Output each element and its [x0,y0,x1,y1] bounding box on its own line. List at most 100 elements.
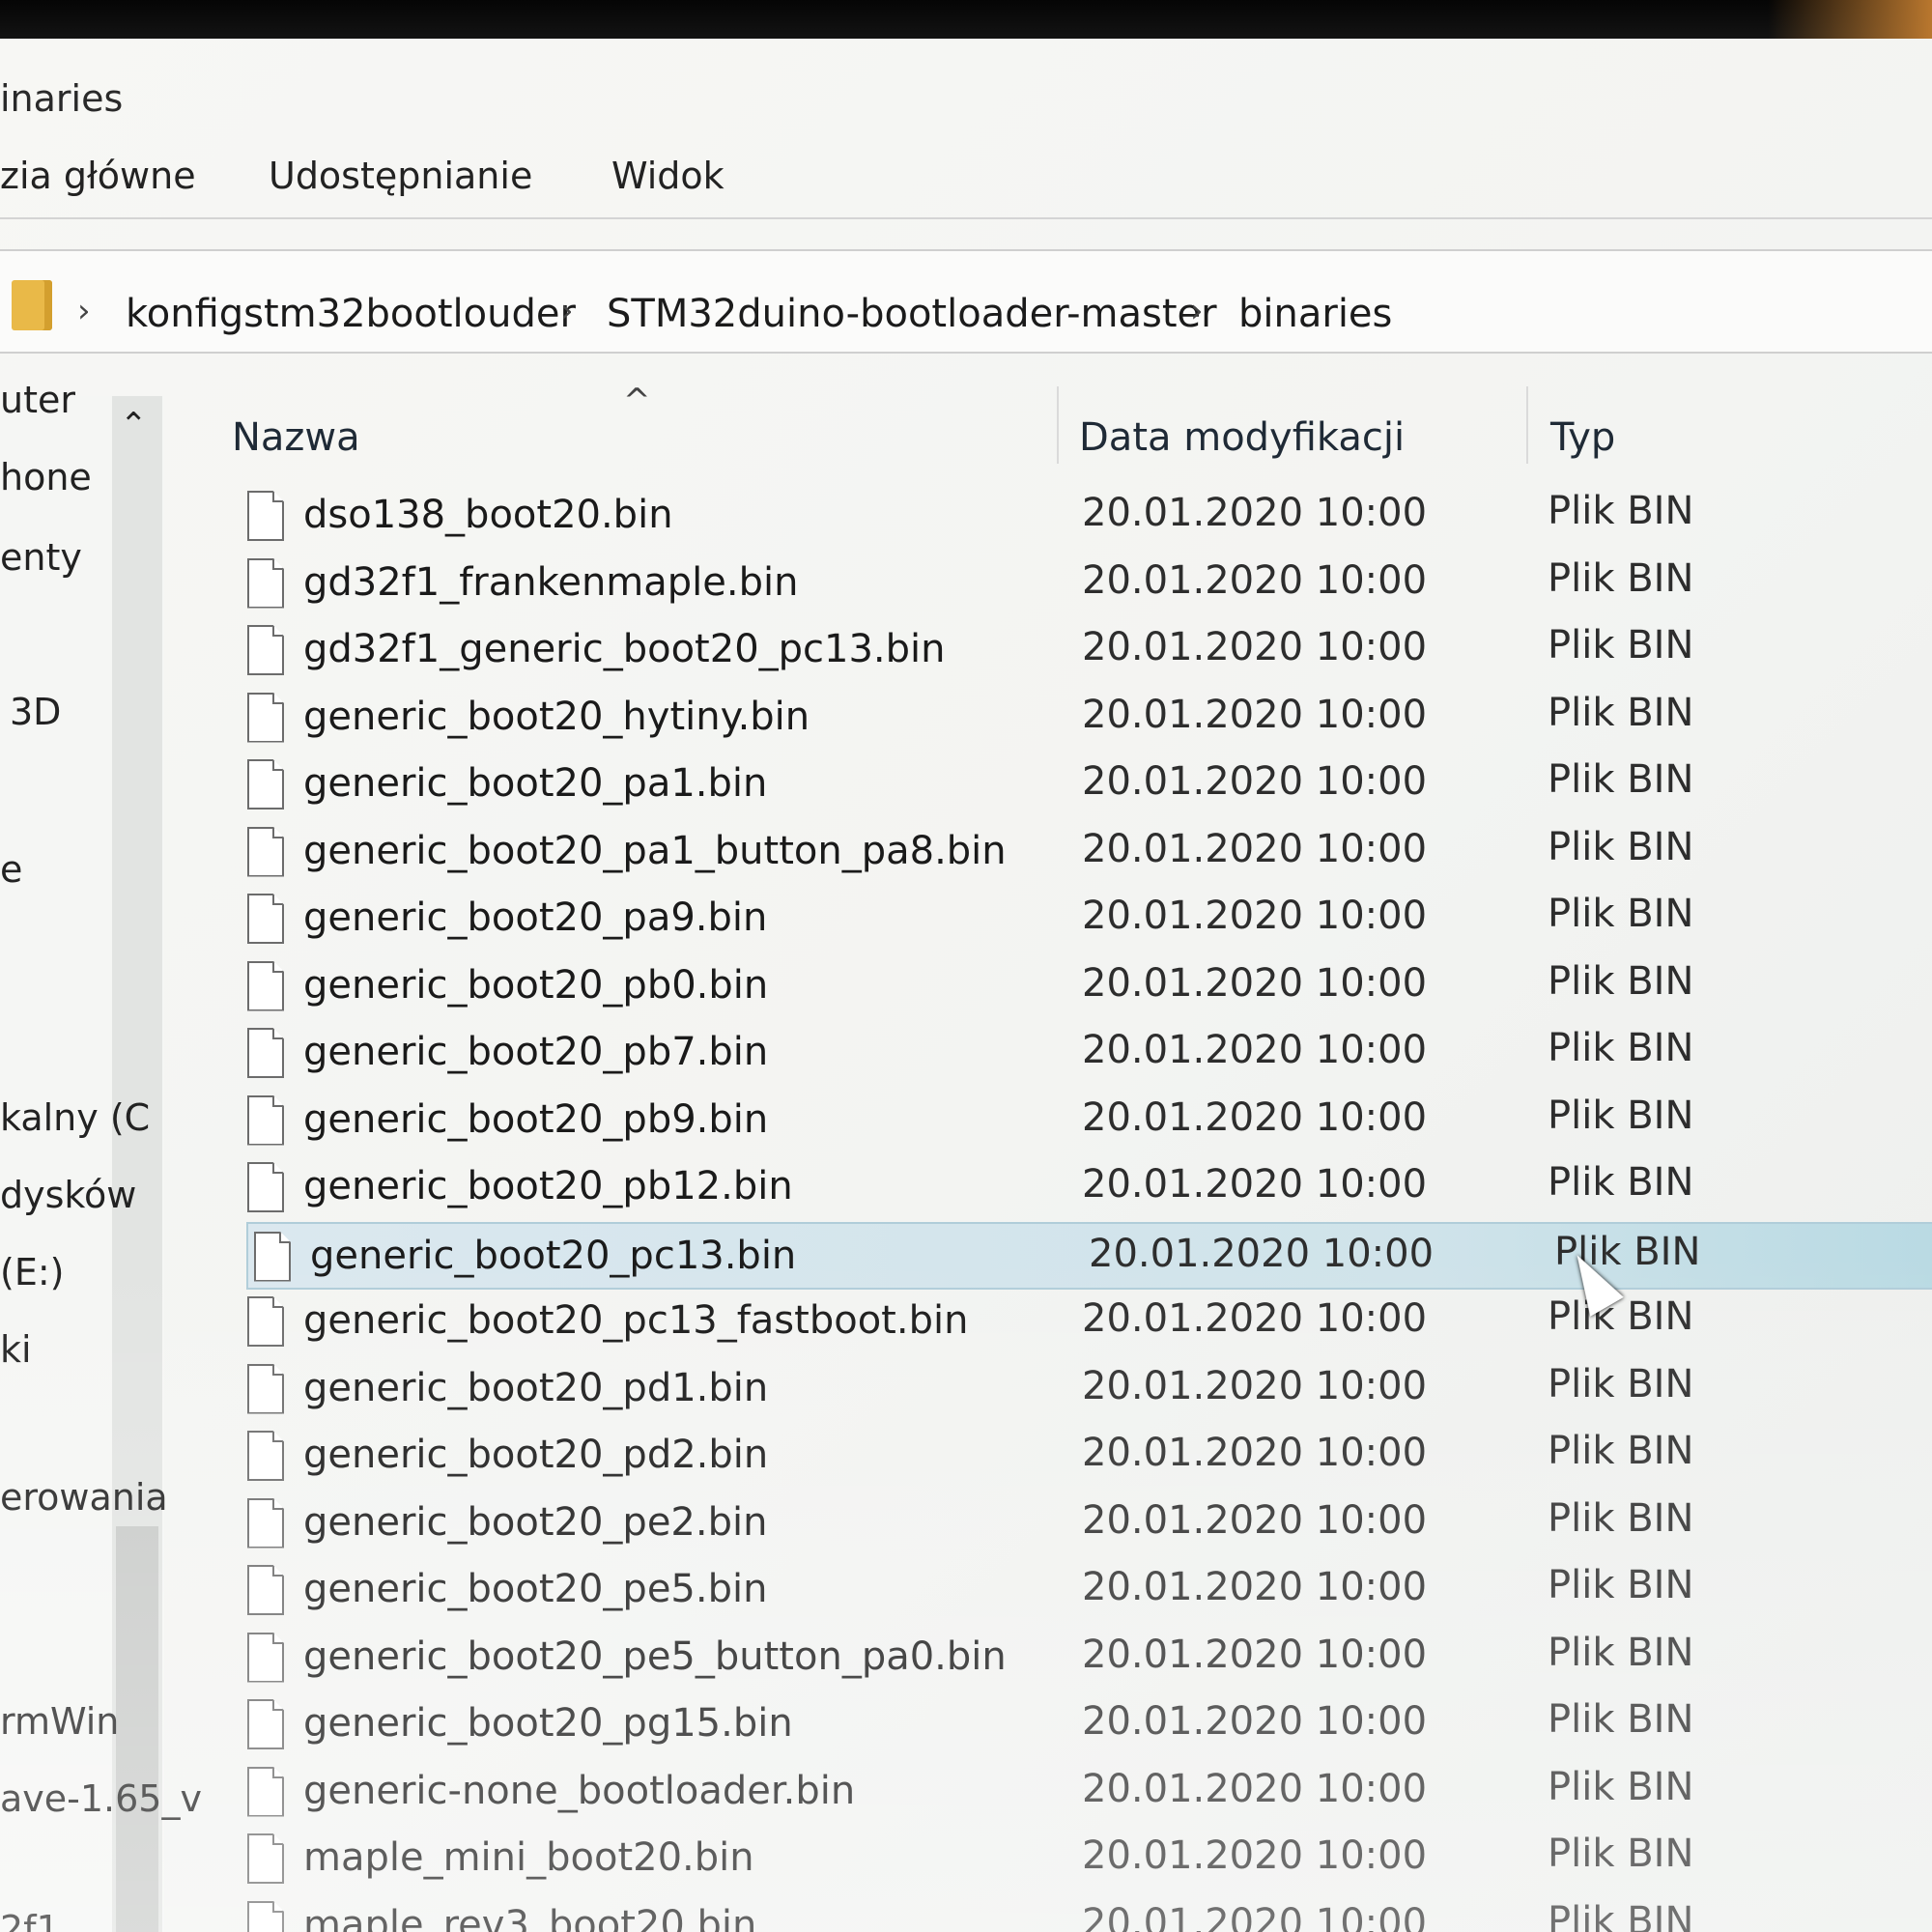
nav-item-stmwin[interactable]: rmWin [0,1700,119,1743]
chevron-right-icon[interactable]: › [560,292,574,330]
file-icon [247,1162,284,1212]
file-icon [247,1497,284,1548]
file-row[interactable]: generic_boot20_pa1.bin 20.01.2020 10:00 Pl… [242,752,1932,815]
window-title: inaries [0,77,124,120]
nav-item-sterowania[interactable]: erowania [0,1476,168,1519]
file-name: generic_boot20_pg15.bin [303,1701,793,1746]
nav-item-ave[interactable]: ave-1.65_v [0,1777,202,1820]
file-icon [247,960,284,1011]
file-type: Plik BIN [1548,1630,1694,1675]
file-type: Plik BIN [1548,1294,1694,1339]
tab-share[interactable]: Udostępnianie [269,155,532,197]
file-icon [247,1094,284,1146]
file-date: 20.01.2020 10:00 [1082,1699,1428,1744]
file-date: 20.01.2020 10:00 [1082,960,1428,1006]
file-row[interactable]: generic_boot20_pa1_button_pa8.bin 20.01.2… [242,819,1932,883]
breadcrumb-konfig[interactable]: konfigstm32bootlouder [126,292,576,336]
sort-ascending-icon: ^ [623,382,651,420]
column-divider[interactable] [1526,386,1528,464]
file-icon [247,1565,284,1615]
file-icon [247,894,284,944]
file-date: 20.01.2020 10:00 [1082,759,1428,804]
file-row[interactable]: generic-none_bootloader.bin 20.01.2020 10… [242,1759,1932,1823]
file-row[interactable]: gd32f1_generic_boot20_pc13.bin 20.01.2020… [242,617,1932,681]
file-icon [247,1431,284,1481]
file-name: generic_boot20_pd1.bin [303,1365,769,1410]
file-name: generic_boot20_pb7.bin [303,1030,769,1074]
file-icon [247,1363,284,1414]
column-header-date[interactable]: Data modyfikacji [1079,415,1405,460]
nav-item-3d[interactable]: 3D [10,691,61,733]
file-name: gd32f1_generic_boot20_pc13.bin [303,627,946,671]
file-type: Plik BIN [1548,489,1694,533]
column-divider[interactable] [1057,386,1059,464]
file-icon [247,692,284,743]
nav-item-local-disk[interactable]: kalny (C [0,1096,150,1139]
file-type: Plik BIN [1548,623,1694,668]
file-date: 20.01.2020 10:00 [1082,1296,1428,1341]
file-type: Plik BIN [1548,892,1694,936]
nav-item-disks[interactable]: dysków [0,1174,136,1216]
file-date: 20.01.2020 10:00 [1082,692,1428,737]
column-header-type[interactable]: Typ [1550,415,1615,460]
file-date: 20.01.2020 10:00 [1082,1363,1428,1408]
file-row[interactable]: generic_boot20_pb7.bin 20.01.2020 10:00 Pl… [242,1020,1932,1084]
chevron-right-icon[interactable]: › [1190,292,1204,330]
file-row[interactable]: generic_boot20_pe2.bin 20.01.2020 10:00 Pl… [242,1491,1932,1554]
nav-item-drive-e[interactable]: (E:) [0,1251,64,1293]
file-icon [247,491,284,541]
file-type: Plik BIN [1548,1764,1694,1809]
file-row[interactable]: generic_boot20_pa9.bin 20.01.2020 10:00 Pl… [242,886,1932,950]
file-type: Plik BIN [1548,1361,1694,1406]
file-name: generic_boot20_pa1_button_pa8.bin [303,828,1007,873]
file-row[interactable]: dso138_boot20.bin 20.01.2020 10:00 Plik BI… [242,483,1932,547]
tab-view[interactable]: Widok [611,155,724,197]
file-row[interactable]: maple_rev3_boot20.bin 20.01.2020 10:00 Pli… [242,1893,1932,1932]
file-row[interactable]: generic_boot20_pd2.bin 20.01.2020 10:00 Pl… [242,1423,1932,1487]
file-icon [247,1900,284,1932]
file-icon [247,1833,284,1884]
file-type: Plik BIN [1548,824,1694,869]
file-type: Plik BIN [1548,757,1694,802]
tab-home[interactable]: zia główne [0,155,196,197]
file-icon [247,1028,284,1078]
file-row[interactable]: generic_boot20_pb0.bin 20.01.2020 10:00 Pl… [242,953,1932,1017]
file-icon [247,1699,284,1749]
file-row[interactable]: generic_boot20_pb12.bin 20.01.2020 10:00 P… [242,1154,1932,1218]
nav-item-2f1[interactable]: 2f1 [0,1908,60,1932]
column-header-name[interactable]: Nazwa [232,415,360,460]
nav-item-e[interactable]: e [0,848,22,891]
file-type: Plik BIN [1548,1563,1694,1607]
file-row[interactable]: generic_boot20_pb9.bin 20.01.2020 10:00 Pl… [242,1088,1932,1151]
file-icon [247,1296,284,1347]
nav-item-phone[interactable]: hone [0,456,92,498]
file-row[interactable]: generic_boot20_hytiny.bin 20.01.2020 10:0… [242,685,1932,749]
breadcrumb-binaries[interactable]: binaries [1238,292,1392,336]
file-row[interactable]: generic_boot20_pe5_button_pa0.bin 20.01.2… [242,1625,1932,1689]
file-date: 20.01.2020 10:00 [1082,1565,1428,1609]
chevron-up-icon[interactable]: ⌃ [120,406,148,444]
file-name: gd32f1_frankenmaple.bin [303,559,799,605]
file-date: 20.01.2020 10:00 [1082,1833,1428,1878]
file-date: 20.01.2020 10:00 [1082,894,1428,938]
file-row[interactable]: generic_boot20_pg15.bin 20.01.2020 10:00 P… [242,1691,1932,1755]
file-row[interactable]: generic_boot20_pe5.bin 20.01.2020 10:00 Pl… [242,1557,1932,1621]
file-row[interactable]: generic_boot20_pc13_fastboot.bin 20.01.20… [242,1289,1932,1352]
nav-scrollbar-thumb[interactable] [116,1526,158,1932]
file-row[interactable]: gd32f1_frankenmaple.bin 20.01.2020 10:00 P… [242,551,1932,614]
file-row[interactable]: maple_mini_boot20.bin 20.01.2020 10:00 Pli… [242,1826,1932,1889]
nav-item-documents[interactable]: enty [0,536,82,579]
nav-item-computer[interactable]: uter [0,379,75,421]
file-row[interactable]: generic_boot20_pd1.bin 20.01.2020 10:00 Pl… [242,1356,1932,1420]
chevron-right-icon[interactable]: › [77,292,91,330]
file-icon [247,759,284,810]
file-date: 20.01.2020 10:00 [1082,826,1428,871]
file-name: maple_rev3_boot20.bin [303,1902,757,1932]
file-name: generic_boot20_hytiny.bin [303,694,810,739]
nav-item-ki[interactable]: ki [0,1328,32,1371]
breadcrumb-stm32duino[interactable]: STM32duino-bootloader-master [607,292,1217,336]
file-row[interactable]: generic_boot20_pc13.bin 20.01.2020 10:00 P… [246,1221,1932,1290]
file-name: generic_boot20_pe5.bin [303,1567,768,1611]
file-icon [247,1766,284,1817]
file-type: Plik BIN [1548,1093,1694,1138]
